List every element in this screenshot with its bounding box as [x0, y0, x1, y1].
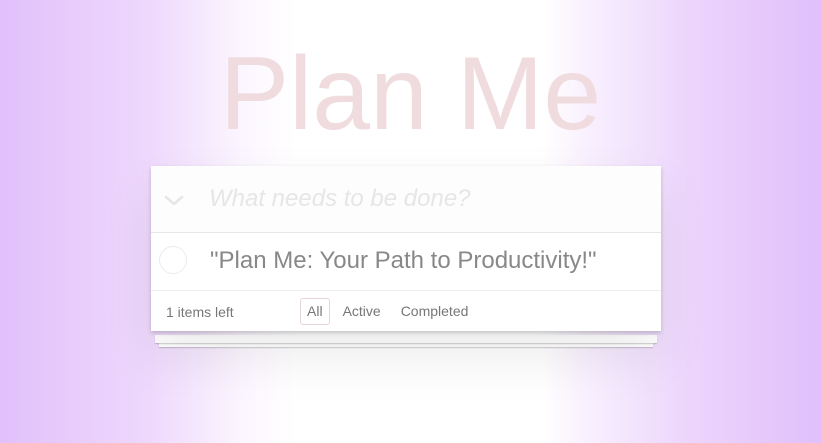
- chevron-down-icon[interactable]: [159, 186, 189, 216]
- todo-app: "Plan Me: Your Path to Productivity!" 1 …: [151, 166, 661, 347]
- app-title: Plan Me: [219, 36, 602, 152]
- circle-checkbox-icon[interactable]: [159, 246, 187, 274]
- filter-group: All Active Completed: [300, 298, 475, 325]
- filter-active[interactable]: Active: [336, 298, 388, 325]
- todo-footer: 1 items left All Active Completed: [151, 291, 661, 331]
- filter-all[interactable]: All: [300, 298, 330, 325]
- filter-completed[interactable]: Completed: [394, 298, 476, 325]
- todo-item: "Plan Me: Your Path to Productivity!": [151, 233, 661, 291]
- todo-item-label[interactable]: "Plan Me: Your Path to Productivity!": [210, 247, 597, 275]
- todo-card: "Plan Me: Your Path to Productivity!" 1 …: [151, 166, 661, 331]
- items-left-count: 1 items left: [166, 304, 234, 320]
- new-todo-input[interactable]: [209, 180, 649, 218]
- todo-header: [151, 166, 661, 233]
- todo-list: "Plan Me: Your Path to Productivity!": [151, 233, 661, 291]
- stack-shadow-layer: [155, 335, 657, 343]
